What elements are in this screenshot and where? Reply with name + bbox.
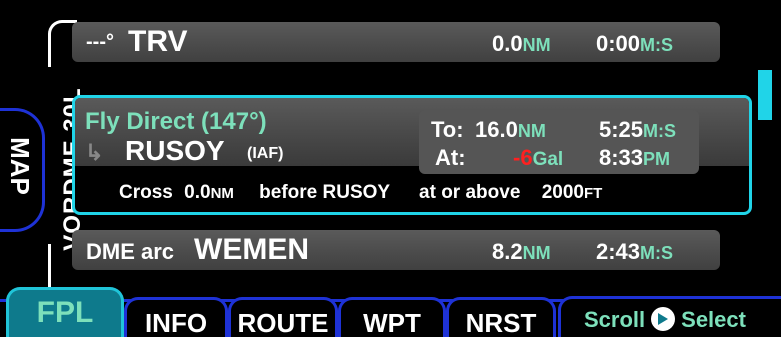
before-text: before RUSOY <box>259 182 390 203</box>
active-waypoint-name: RUSOY <box>125 135 225 166</box>
active-eta: 8:33PM <box>599 145 671 170</box>
flight-plan-leg-wemen[interactable]: DME arc WEMEN 8.2NM 2:43M:S <box>72 230 720 270</box>
waypoint-name: WEMEN <box>194 233 309 266</box>
fly-direct-title: Fly Direct (147°) <box>85 108 267 135</box>
direct-arrow-icon: ↳ <box>85 140 104 165</box>
at-label: At: <box>435 145 466 170</box>
active-ete: 5:25M:S <box>599 117 677 142</box>
map-label[interactable]: MAP <box>2 136 38 196</box>
waypoint-name: TRV <box>128 25 188 58</box>
leg-distance: 0.0NM <box>492 31 551 56</box>
leg-ete: 2:43M:S <box>596 239 674 264</box>
tab-route[interactable]: ROUTE <box>228 297 338 337</box>
fpl-page: VORDME 30L MAP ---° TRV 0.0NM 0:00M:S Fl… <box>0 0 781 337</box>
select-label: Select <box>681 307 746 332</box>
waypoint-tag: (IAF) <box>247 145 284 162</box>
tab-fpl[interactable]: FPL <box>6 287 124 337</box>
cross-distance-chip[interactable]: 0.0NM <box>178 182 240 204</box>
constraint-type-chip[interactable]: at or above <box>413 182 527 204</box>
leg-type: DME arc <box>86 239 175 264</box>
tab-info[interactable]: INFO <box>124 297 228 337</box>
leg-ete: 0:00M:S <box>596 31 674 56</box>
knob-icon <box>651 307 676 331</box>
altitude-chip[interactable]: 2000FT <box>535 182 609 204</box>
leg-distance: 8.2NM <box>492 239 551 264</box>
approach-bracket-bottom <box>48 244 51 288</box>
altitude-constraint: Cross 0.0NM before RUSOY at or above 200… <box>119 182 609 204</box>
leg-course: ---° <box>86 31 114 53</box>
leg-info-box: To: 16.0NM 5:25M:S At: -6Gal 8:33PM <box>419 110 699 174</box>
scroll-select-hint: Scroll Select <box>584 307 746 333</box>
cross-label: Cross <box>119 182 173 203</box>
to-distance: 16.0NM <box>475 117 546 142</box>
scrollbar-thumb[interactable] <box>758 70 772 120</box>
scroll-label: Scroll <box>584 307 646 332</box>
fuel-remaining: -6Gal <box>513 145 564 170</box>
to-label: To: <box>431 117 464 142</box>
active-leg-panel[interactable]: Fly Direct (147°) ↳ RUSOY (IAF) To: 16.0… <box>72 95 752 215</box>
flight-plan-leg-trv[interactable]: ---° TRV 0.0NM 0:00M:S <box>72 22 720 62</box>
tab-nrst[interactable]: NRST <box>446 297 556 337</box>
tab-wpt[interactable]: WPT <box>338 297 446 337</box>
